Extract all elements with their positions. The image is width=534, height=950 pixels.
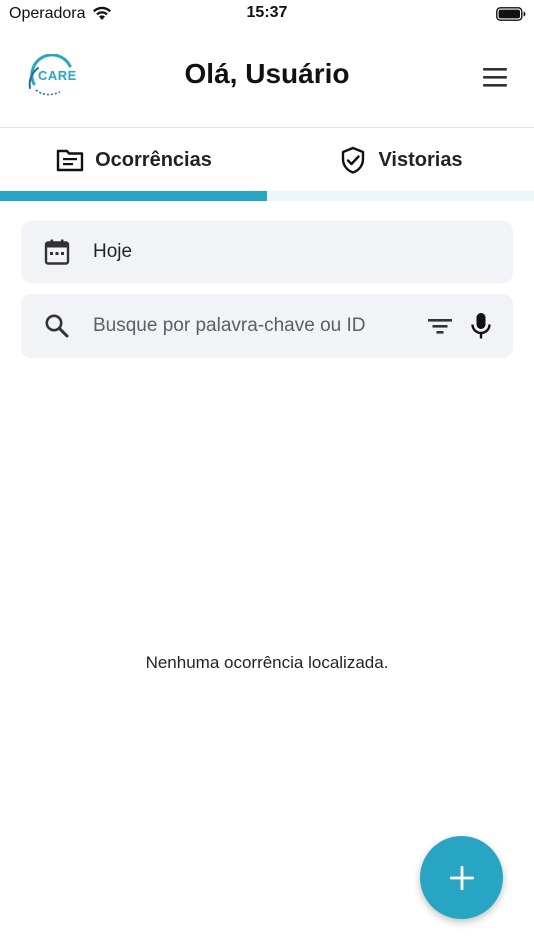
document-list-icon <box>56 149 84 172</box>
search-input[interactable] <box>93 310 413 342</box>
filter-icon[interactable] <box>425 312 455 340</box>
status-bar: Operadora 15:37 <box>0 0 534 30</box>
active-tab-indicator <box>0 191 267 201</box>
battery-icon <box>496 7 526 21</box>
tab-label: Vistorias <box>378 148 463 171</box>
date-filter[interactable]: Hoje <box>21 221 513 283</box>
page-title: Olá, Usuário <box>184 58 350 89</box>
tab-bar: Ocorrências Vistorias <box>0 129 534 201</box>
plus-icon <box>449 865 474 890</box>
app-header: CARE Olá, Usuário <box>0 40 534 128</box>
add-ocorrencia-button[interactable] <box>420 836 503 919</box>
microphone-icon[interactable] <box>469 311 493 341</box>
tab-vistorias[interactable]: Vistorias <box>267 129 534 191</box>
shield-check-icon <box>342 146 365 174</box>
empty-state-message: Nenhuma ocorrência localizada. <box>145 653 389 672</box>
status-time: 15:37 <box>246 4 288 21</box>
calendar-icon <box>44 239 70 265</box>
tab-label: Ocorrências <box>95 148 212 171</box>
search-icon <box>45 314 69 338</box>
search-box <box>21 294 513 358</box>
hamburger-menu-icon[interactable] <box>478 64 512 92</box>
date-filter-value: Hoje <box>93 241 133 262</box>
tab-ocorrencias[interactable]: Ocorrências <box>0 129 267 191</box>
